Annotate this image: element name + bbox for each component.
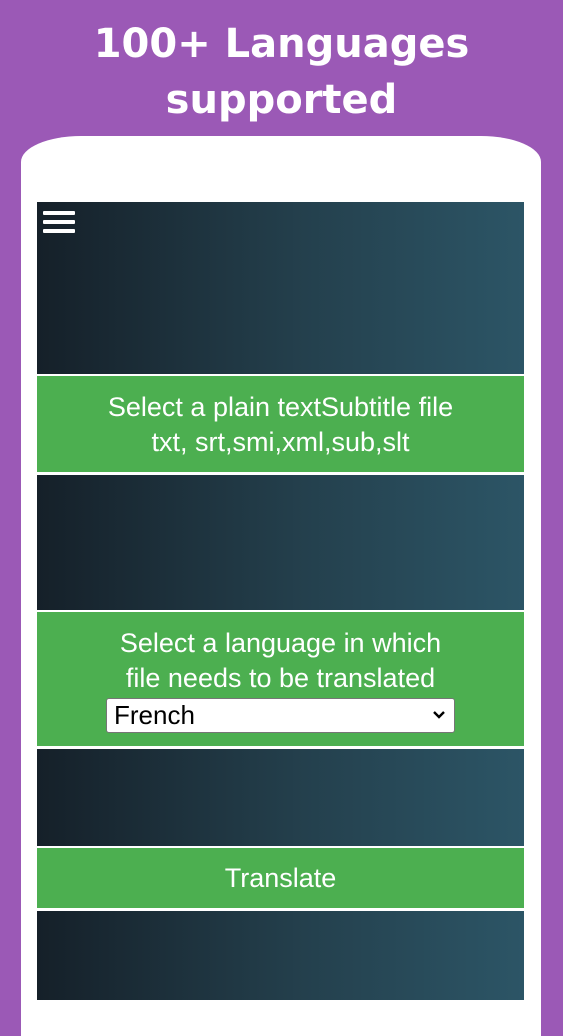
footer-panel	[37, 911, 524, 1000]
spacer-panel-2	[37, 749, 524, 846]
app-screen: Select a plain textSubtitle file txt, sr…	[37, 202, 524, 1000]
hamburger-menu-icon[interactable]	[43, 211, 75, 235]
language-label-line-2: file needs to be translated	[125, 663, 436, 693]
translate-button[interactable]: Translate	[37, 848, 524, 908]
language-select[interactable]: French	[106, 698, 455, 733]
select-file-label-line-1: Select a plain textSubtitle file	[107, 392, 454, 422]
spacer-panel-1	[37, 475, 524, 610]
select-file-label-line-2: txt, srt,smi,xml,sub,slt	[151, 427, 410, 457]
select-file-button[interactable]: Select a plain textSubtitle file txt, sr…	[37, 376, 524, 472]
promo-title: 100+ Languages supported	[0, 16, 563, 128]
language-panel: Select a language in which file needs to…	[37, 612, 524, 746]
chevron-down-icon	[433, 711, 445, 719]
language-label-line-1: Select a language in which	[119, 628, 442, 658]
promo-title-line-1: 100+ Languages	[93, 21, 470, 67]
promo-title-line-2: supported	[165, 77, 398, 123]
header-panel	[37, 202, 524, 374]
language-select-value: French	[114, 700, 195, 730]
